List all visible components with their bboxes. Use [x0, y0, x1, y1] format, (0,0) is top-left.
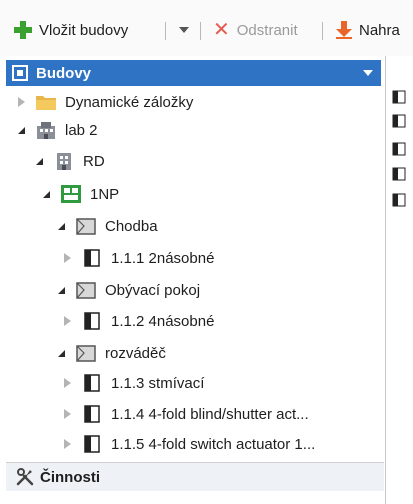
collapse-arrow-icon[interactable]	[18, 126, 25, 134]
tree-item-label: rozváděč	[105, 344, 166, 362]
tree-item-rozvadec[interactable]: rozváděč	[58, 341, 166, 365]
room-icon	[76, 282, 96, 299]
panel-header[interactable]: Budovy	[6, 60, 381, 86]
tree-item-chodba[interactable]: Chodba	[58, 214, 158, 238]
expand-arrow-icon[interactable]	[18, 97, 25, 107]
download-arrow-icon	[336, 21, 352, 39]
room-icon	[76, 345, 96, 362]
tree-item-device-113[interactable]: 1.1.3 stmívací	[64, 371, 204, 395]
activities-title: Činnosti	[40, 468, 100, 486]
tools-icon	[16, 468, 34, 486]
tree-item-lab2[interactable]: lab 2	[18, 118, 98, 142]
tree-item-label: 1.1.4 4-fold blind/shutter act...	[111, 405, 309, 423]
device-icon	[392, 167, 406, 181]
house-icon	[57, 153, 71, 170]
building-icon	[37, 122, 55, 139]
tree-item-label: RD	[83, 152, 105, 170]
replace-button[interactable]: Nahra	[335, 18, 400, 42]
device-icon	[392, 90, 406, 104]
toolbar-separator	[165, 22, 166, 40]
collapse-arrow-icon[interactable]	[58, 349, 65, 357]
tree-item-device-111[interactable]: 1.1.1 2násobné	[64, 246, 214, 270]
tree-item-label: 1NP	[90, 185, 120, 203]
device-icon	[392, 114, 406, 128]
tree-item-device-114[interactable]: 1.1.4 4-fold blind/shutter act...	[64, 402, 309, 426]
tree-item-label: Obývací pokoj	[105, 281, 201, 299]
replace-label: Nahra	[359, 21, 400, 39]
collapse-arrow-icon[interactable]	[43, 190, 50, 198]
toolbar-separator	[322, 22, 323, 40]
tree-item-1np[interactable]: 1NP	[43, 182, 119, 206]
device-icon	[84, 374, 100, 392]
remove-label: Odstranit	[236, 21, 298, 39]
plus-icon	[14, 21, 32, 39]
collapse-arrow-icon[interactable]	[58, 222, 65, 230]
expand-arrow-icon[interactable]	[64, 409, 71, 419]
device-icon	[84, 435, 100, 453]
folder-icon	[36, 96, 56, 110]
tree-item-label: 1.1.3 stmívací	[111, 374, 205, 392]
room-icon	[76, 218, 96, 235]
tree-item-label: 1.1.2 4násobné	[111, 312, 215, 330]
activities-panel-header[interactable]: Činnosti	[6, 462, 384, 491]
tree-item-device-112[interactable]: 1.1.2 4násobné	[64, 309, 214, 333]
tree-item-label: Dynamické záložky	[65, 93, 194, 111]
tree-item-device-115[interactable]: 1.1.5 4-fold switch actuator 1...	[64, 432, 315, 456]
collapse-arrow-icon[interactable]	[58, 286, 65, 294]
tree-item-label: 1.1.5 4-fold switch actuator 1...	[111, 435, 316, 453]
toolbar-separator	[200, 22, 201, 40]
expand-arrow-icon[interactable]	[64, 439, 71, 449]
add-buildings-button[interactable]: Vložit budovy	[14, 18, 128, 42]
device-icon	[392, 142, 406, 156]
device-icon	[84, 312, 100, 330]
chevron-down-icon[interactable]	[363, 70, 373, 76]
tree-item-label: 1.1.1 2násobné	[111, 249, 215, 267]
floor-icon	[61, 185, 81, 203]
tree-item-label: lab 2	[65, 121, 98, 139]
tree-item-rd[interactable]: RD	[36, 149, 105, 173]
expand-arrow-icon[interactable]	[64, 316, 71, 326]
building-panel-icon	[12, 65, 28, 81]
close-icon: ✕	[213, 19, 230, 41]
tree-item-obyvaci-pokoj[interactable]: Obývací pokoj	[58, 278, 200, 302]
expand-arrow-icon[interactable]	[64, 378, 71, 388]
add-dropdown-button[interactable]	[178, 18, 190, 42]
device-icon	[84, 405, 100, 423]
tree-item-dynamic-folders[interactable]: Dynamické záložky	[18, 90, 193, 114]
add-buildings-label: Vložit budovy	[39, 21, 129, 39]
panel-title: Budovy	[36, 64, 92, 82]
tree-item-label: Chodba	[105, 217, 158, 235]
collapse-arrow-icon[interactable]	[36, 157, 43, 165]
expand-arrow-icon[interactable]	[64, 253, 71, 263]
device-icon	[84, 249, 100, 267]
device-icon	[392, 193, 406, 207]
remove-button[interactable]: ✕ Odstranit	[213, 18, 298, 42]
toolbar: Vložit budovy ✕ Odstranit Nahra	[0, 0, 413, 57]
chevron-down-icon	[179, 27, 189, 33]
